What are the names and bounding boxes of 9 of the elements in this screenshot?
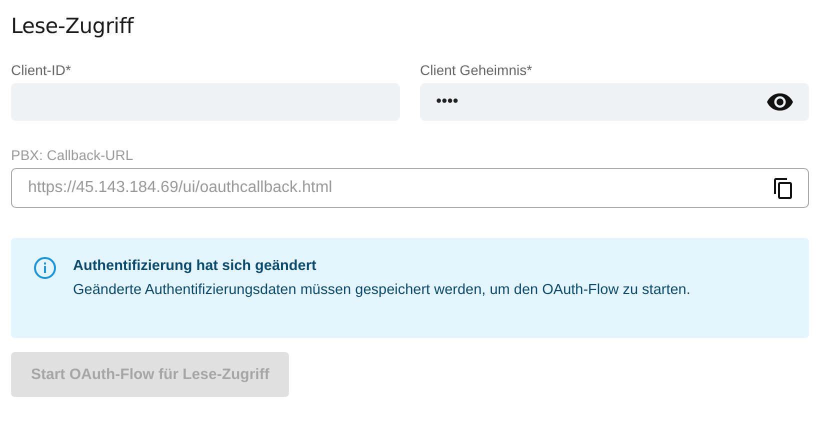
alert-title: Authentifizierung hat sich geändert [73,258,318,274]
eye-icon[interactable] [767,93,793,111]
field-label: PBX: Callback-URL [11,147,134,163]
input-field[interactable]: •••• [420,83,809,121]
field-label: Client Geheimnis* [420,62,532,78]
info-icon [33,256,57,280]
alert-message: Geänderte Authentifizierungsdaten müssen gespeichert werden, um den OAuth-Flow zu starten. [73,282,690,298]
section-title: Lese-Zugriff [11,14,135,38]
field-label: Client-ID* [11,62,71,78]
